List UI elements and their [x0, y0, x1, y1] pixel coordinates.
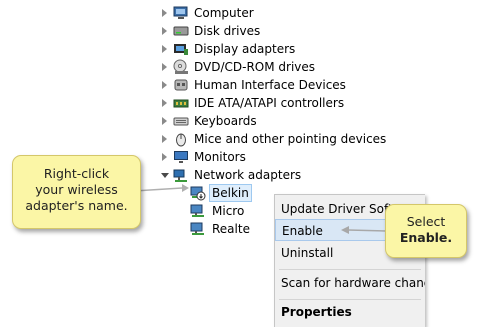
tree-item-dvd-drives[interactable]: DVD/CD-ROM drives	[160, 58, 360, 76]
expand-arrow-icon[interactable]	[162, 117, 167, 125]
tree-item-computer[interactable]: Computer	[160, 4, 360, 22]
dvd-drive-icon	[173, 59, 189, 75]
tree-item-label: Mice and other pointing devices	[194, 132, 387, 146]
tree-item-label: Display adapters	[194, 42, 296, 56]
collapse-arrow-icon[interactable]	[161, 173, 169, 178]
expand-arrow-icon[interactable]	[162, 135, 167, 143]
tree-item-label: IDE ATA/ATAPI controllers	[194, 96, 345, 110]
instruction-callout-left: Right-click your wireless adapter's name…	[12, 155, 141, 229]
expand-arrow-icon[interactable]	[162, 45, 167, 53]
tree-item-keyboards[interactable]: Keyboards	[160, 112, 360, 130]
expand-arrow-icon[interactable]	[162, 99, 167, 107]
tree-item-ide-controllers[interactable]: IDE ATA/ATAPI controllers	[160, 94, 380, 112]
network-adapter-disabled-icon	[190, 185, 206, 201]
menu-item-properties[interactable]: Properties	[275, 301, 425, 323]
display-adapter-icon	[173, 41, 189, 57]
callout-pointer-right	[341, 226, 387, 234]
tree-item-monitors[interactable]: Monitors	[160, 148, 360, 166]
tree-item-label: Realte	[212, 222, 250, 236]
callout-text-line: Right-click	[43, 166, 110, 181]
disk-drive-icon	[173, 23, 189, 39]
network-adapter-icon	[190, 221, 206, 237]
tree-item-realtek[interactable]: Realte	[190, 220, 270, 238]
mouse-icon	[173, 131, 189, 147]
tree-item-disk-drives[interactable]: Disk drives	[160, 22, 360, 40]
tree-item-label: Network adapters	[194, 168, 302, 182]
computer-icon	[173, 5, 189, 21]
menu-separator	[279, 299, 421, 300]
tree-item-label: Monitors	[194, 150, 246, 164]
instruction-callout-right: Select Enable.	[385, 204, 467, 258]
expand-arrow-icon[interactable]	[162, 81, 167, 89]
tree-item-label: Keyboards	[194, 114, 257, 128]
expand-arrow-icon[interactable]	[162, 63, 167, 71]
menu-item-scan-hardware[interactable]: Scan for hardware changes	[275, 272, 425, 294]
expand-arrow-icon[interactable]	[162, 153, 167, 161]
expand-arrow-icon[interactable]	[162, 9, 167, 17]
callout-text-line: Enable.	[399, 230, 453, 245]
network-adapter-icon	[190, 203, 206, 219]
tree-item-micro[interactable]: Micro	[190, 202, 270, 220]
tree-item-label: Computer	[194, 6, 254, 20]
tree-item-hid[interactable]: Human Interface Devices	[160, 76, 380, 94]
tree-item-display-adapters[interactable]: Display adapters	[160, 40, 360, 58]
tree-item-label: Belkin	[209, 184, 252, 202]
hid-icon	[173, 77, 189, 93]
menu-separator	[279, 269, 421, 270]
tree-item-label: Human Interface Devices	[194, 78, 346, 92]
monitor-icon	[173, 149, 189, 165]
tree-item-mice[interactable]: Mice and other pointing devices	[160, 130, 400, 148]
callout-text-line: Select	[406, 214, 446, 229]
tree-item-network-adapters[interactable]: Network adapters	[160, 166, 360, 184]
callout-text-line: your wireless	[35, 182, 118, 197]
tree-item-label: Disk drives	[194, 24, 261, 38]
tree-item-belkin[interactable]: Belkin	[190, 184, 270, 202]
keyboard-icon	[173, 113, 189, 129]
tree-item-label: Micro	[212, 204, 245, 218]
tree-item-label: DVD/CD-ROM drives	[194, 60, 316, 74]
callout-text-line: adapter's name.	[25, 198, 128, 213]
expand-arrow-icon[interactable]	[162, 27, 167, 35]
ide-controller-icon	[173, 95, 189, 111]
